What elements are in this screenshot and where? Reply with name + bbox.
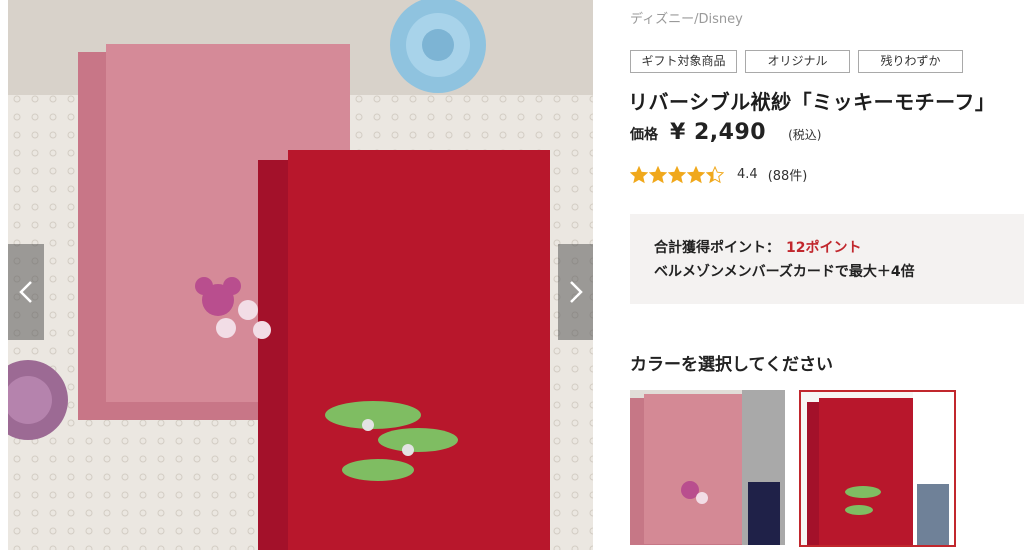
points-total: 合計獲得ポイント： 12ポイント [654, 237, 861, 257]
swatch-red-image [801, 392, 954, 545]
review-count[interactable]: (88件) [768, 165, 808, 184]
color-heading: カラーを選択してください [630, 355, 833, 375]
star-icon [668, 165, 686, 183]
tax-note: (税込) [788, 128, 822, 142]
color-swatch-pink[interactable] [630, 390, 785, 545]
color-swatch-red[interactable] [799, 390, 956, 547]
product-photo [8, 0, 593, 550]
rating-stars [630, 165, 725, 184]
product-tags: ギフト対象商品 オリジナル 残りわずか [630, 50, 963, 73]
rating-row[interactable]: 4.4 (88件) [630, 165, 807, 184]
tag-low-stock: 残りわずか [858, 50, 963, 73]
star-icon [649, 165, 667, 183]
points-label: 合計獲得ポイント： [654, 240, 780, 256]
brand-link[interactable]: ディズニー/Disney [630, 8, 743, 27]
price-label: 価格 [630, 127, 658, 143]
tag-gift: ギフト対象商品 [630, 50, 737, 73]
points-box: 合計獲得ポイント： 12ポイント ベルメゾンメンバーズカードで最大＋4倍 [630, 214, 1024, 304]
rating-value: 4.4 [737, 167, 758, 182]
gallery-prev-button[interactable] [8, 244, 44, 340]
product-image-gallery [8, 0, 593, 550]
price-row: 価格 ¥ 2,490 (税込) [630, 120, 821, 145]
chevron-right-icon [570, 281, 583, 303]
points-value: 12ポイント [786, 240, 862, 256]
swatch-pink-image [630, 390, 785, 545]
star-icon [687, 165, 705, 183]
product-title: リバーシブル袱紗「ミッキーモチーフ」 [628, 90, 996, 114]
card-bonus-note: ベルメゾンメンバーズカードで最大＋4倍 [654, 264, 915, 280]
chevron-left-icon [19, 281, 32, 303]
star-icon [630, 165, 648, 183]
star-icon [706, 165, 724, 183]
price-value: ¥ 2,490 [670, 120, 767, 145]
gallery-next-button[interactable] [558, 244, 593, 340]
tag-original: オリジナル [745, 50, 850, 73]
